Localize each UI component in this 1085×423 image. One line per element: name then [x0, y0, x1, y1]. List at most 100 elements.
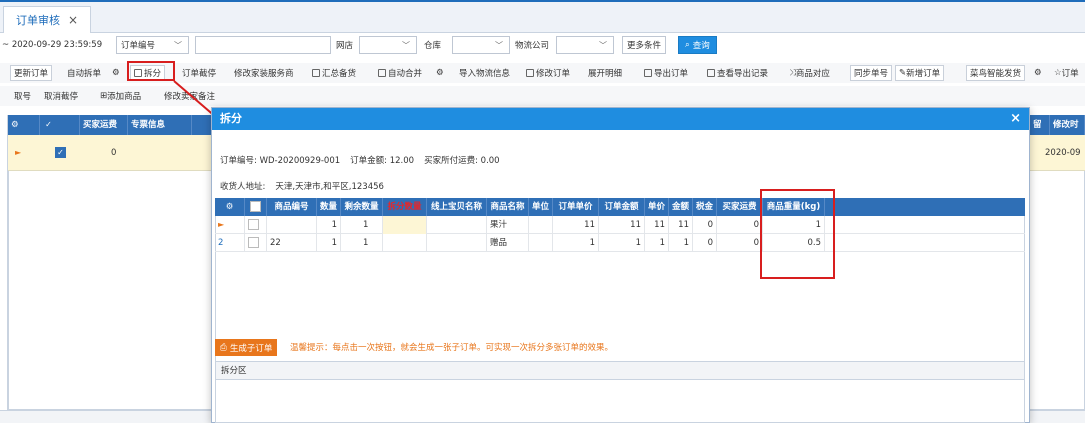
col-unit[interactable]: 单位: [529, 198, 553, 216]
cell-order-amount: 11: [599, 216, 645, 234]
tab-bar: 订单审核 ×: [0, 2, 1085, 33]
update-orders-button[interactable]: 更新订单: [10, 65, 53, 81]
col-buyer-freight[interactable]: 买家运费: [80, 115, 128, 135]
import-logistics-button[interactable]: 导入物流信息: [455, 65, 514, 81]
log-icon: [707, 69, 715, 77]
col-product-code[interactable]: 商品编号: [267, 198, 317, 216]
gear-icon[interactable]: ⚙: [215, 198, 245, 216]
col-quantity[interactable]: 数量: [317, 198, 341, 216]
cell-order-amount: 1: [599, 234, 645, 252]
shop-select[interactable]: ﹀: [359, 36, 417, 54]
cell-unit: [529, 234, 553, 252]
export-orders-button[interactable]: 导出订单: [640, 65, 692, 81]
order-intercept-button[interactable]: 订单截停: [178, 65, 220, 81]
warehouse-label: 仓库: [424, 41, 442, 51]
split-button-highlight: [127, 61, 175, 81]
col-invoice[interactable]: 专票信息: [128, 115, 192, 135]
row-modified-time: 2020-09: [1045, 148, 1081, 158]
modify-seller-note-button[interactable]: 修改卖家备注: [160, 88, 219, 104]
row-checkbox[interactable]: ✓: [52, 135, 76, 171]
modify-installer-button[interactable]: 修改家装服务商: [230, 65, 298, 81]
table-row[interactable]: ► 1 1 果汁 11 11 11 11 0 0 1: [215, 216, 1025, 234]
close-icon[interactable]: ×: [68, 13, 78, 27]
gear-icon[interactable]: ⚙: [8, 115, 40, 135]
cell-online-name: [427, 216, 487, 234]
add-order-button[interactable]: ✎ 新增订单: [895, 65, 945, 81]
cainiao-ship-button[interactable]: 菜鸟智能发货: [966, 65, 1026, 81]
col-order-amount[interactable]: 订单金额: [599, 198, 645, 216]
more-conditions-button[interactable]: 更多条件: [622, 36, 667, 54]
row-checkbox[interactable]: [245, 234, 267, 252]
cell-split-qty[interactable]: [383, 216, 427, 234]
row-indicator-icon: ►: [215, 216, 245, 234]
generate-suborder-button[interactable]: ⎙ 生成子订单: [215, 339, 278, 356]
view-export-log-button[interactable]: 查看导出记录: [703, 65, 772, 81]
col-buyer-freight[interactable]: 买家运费: [717, 198, 763, 216]
box-icon: ⊞: [100, 91, 108, 101]
pen-icon: ✎: [899, 68, 907, 78]
order-search-input[interactable]: [195, 36, 331, 54]
merge-icon: [378, 69, 386, 77]
tab-order-review[interactable]: 订单审核 ×: [3, 6, 92, 33]
col-modified-time[interactable]: 修改时间: [1050, 115, 1085, 150]
gear-icon[interactable]: ⚙: [108, 65, 124, 81]
cell-qty: 1: [317, 216, 341, 234]
split-area: 拆分区: [215, 361, 1025, 423]
dialog-header: 拆分 ×: [212, 108, 1029, 130]
select-all-checkbox[interactable]: ✓: [40, 115, 80, 135]
cell-order-price: 11: [553, 216, 599, 234]
star-label: 订单: [1061, 69, 1079, 79]
left-strip: [0, 115, 8, 410]
cell-remaining: 1: [341, 216, 383, 234]
col-split-quantity[interactable]: 拆分数量: [383, 198, 427, 216]
modify-order-button[interactable]: 修改订单: [522, 65, 574, 81]
auto-split-button[interactable]: 自动拆单: [63, 65, 105, 81]
summary-stock-button[interactable]: 汇总备货: [308, 65, 360, 81]
address-info: 收货人地址: 天津,天津市,和平区,123456: [220, 180, 384, 192]
col-amount[interactable]: 金额: [669, 198, 693, 216]
cell-unit: [529, 216, 553, 234]
table-row[interactable]: 2 22 1 1 赠品 1 1 1 1 0 0 0.5: [215, 234, 1025, 252]
col-tax[interactable]: 税金: [693, 198, 717, 216]
query-label: 查询: [692, 41, 710, 51]
sync-tracking-button[interactable]: 同步单号: [850, 65, 893, 81]
auto-merge-button[interactable]: 自动合并: [374, 65, 426, 81]
col-remaining[interactable]: 剩余数量: [341, 198, 383, 216]
order-star-button[interactable]: ☆ 订单: [1050, 65, 1083, 81]
chevron-down-icon: ﹀: [402, 41, 410, 50]
gear-icon[interactable]: ⚙: [1030, 65, 1046, 81]
generate-label: 生成子订单: [229, 343, 273, 354]
product-mapping-button[interactable]: ⤨ 商品对应: [785, 65, 834, 81]
logistics-select[interactable]: ﹀: [556, 36, 614, 54]
cell-amount: 1: [669, 234, 693, 252]
gear-icon[interactable]: ⚙: [432, 65, 448, 81]
col-order-price[interactable]: 订单单价: [553, 198, 599, 216]
cancel-intercept-button[interactable]: 取消截停: [40, 88, 82, 104]
row-checkbox[interactable]: [245, 216, 267, 234]
modify-order-label: 修改订单: [536, 69, 571, 79]
order-field-select[interactable]: 订单编号 ﹀: [116, 36, 189, 54]
warehouse-select[interactable]: ﹀: [452, 36, 510, 54]
add-product-button[interactable]: ⊞ 添加商品: [96, 88, 145, 104]
shuffle-icon: ⤨: [789, 68, 796, 78]
col-product-name[interactable]: 商品名称: [487, 198, 529, 216]
date-range-end[interactable]: ~ 2020-09-29 23:59:59: [2, 36, 102, 54]
export-label: 导出订单: [654, 69, 689, 79]
cell-split-qty[interactable]: [383, 234, 427, 252]
take-number-button[interactable]: 取号: [10, 88, 35, 104]
select-all-checkbox[interactable]: [245, 198, 267, 216]
chevron-down-icon: ﹀: [174, 41, 182, 50]
query-button[interactable]: ⌕ 查询: [678, 36, 717, 54]
cell-product-name: 赠品: [487, 234, 529, 252]
cell-tax: 0: [693, 234, 717, 252]
col-price[interactable]: 单价: [645, 198, 669, 216]
col-message[interactable]: 留言: [1030, 115, 1050, 150]
close-icon[interactable]: ×: [1010, 108, 1021, 130]
cell-product-name: 果汁: [487, 216, 529, 234]
split-table-header: ⚙ 商品编号 数量 剩余数量 拆分数量 线上宝贝名称 商品名称 单位 订单单价 …: [215, 198, 1025, 216]
edit-icon: [526, 69, 534, 77]
cell-qty: 1: [317, 234, 341, 252]
weight-column-highlight: [760, 189, 835, 279]
col-online-name[interactable]: 线上宝贝名称: [427, 198, 487, 216]
expand-details-button[interactable]: 展开明细: [584, 65, 626, 81]
